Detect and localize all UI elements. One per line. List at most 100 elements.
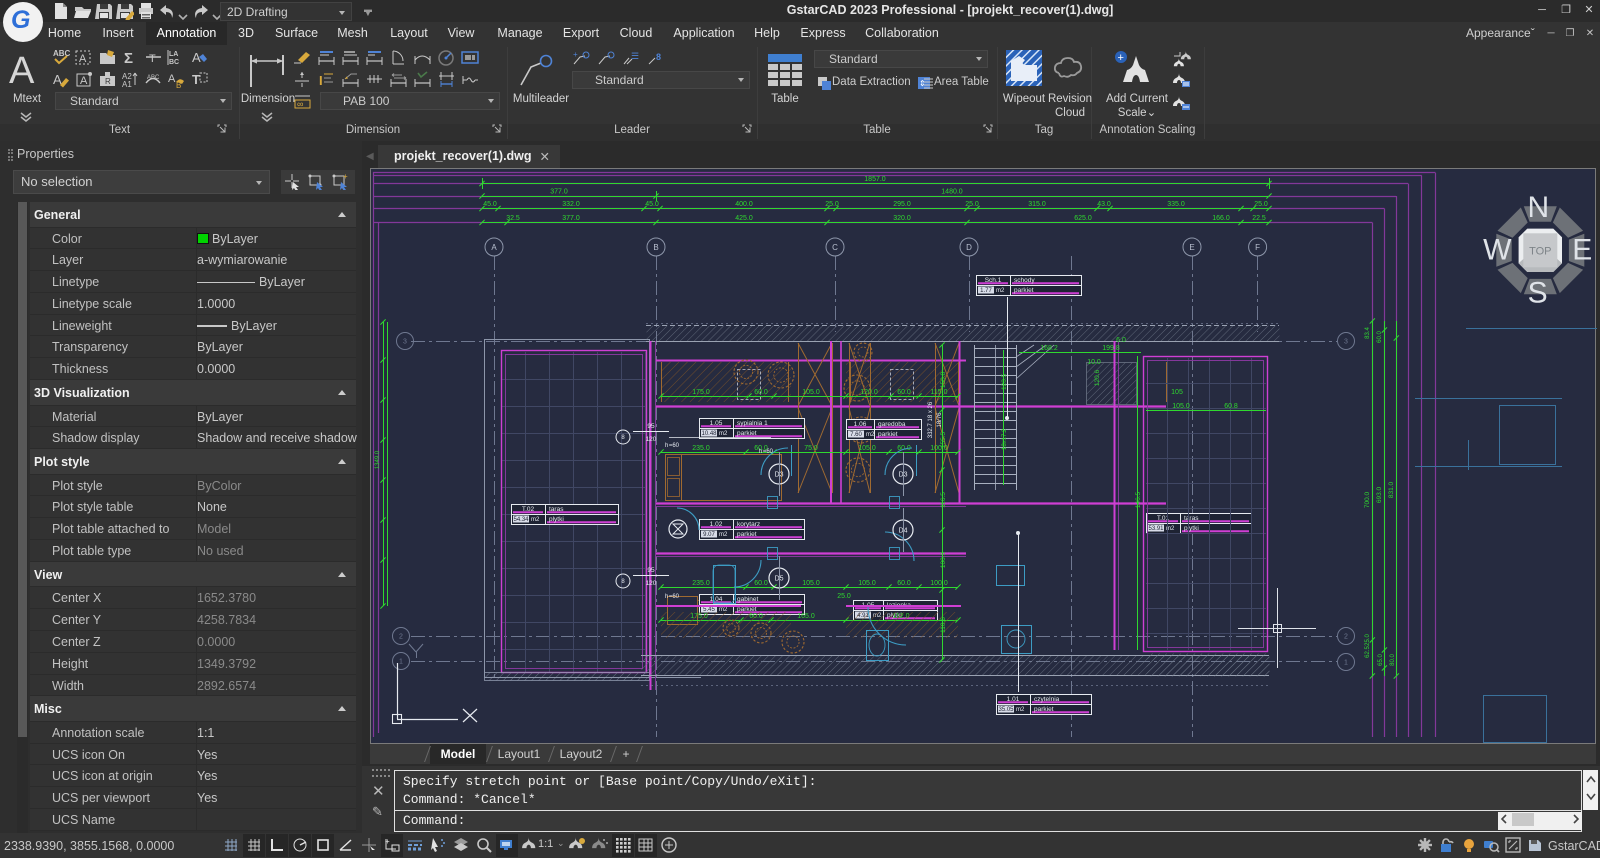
svg-text:1.01: 1.01 — [1007, 696, 1020, 703]
svg-text:335.0: 335.0 — [1167, 201, 1185, 208]
svg-text:60.8: 60.8 — [1224, 403, 1238, 410]
svg-text:115.0: 115.0 — [931, 389, 948, 396]
svg-text:105: 105 — [1171, 389, 1183, 396]
svg-text:parkiet: parkiet — [737, 606, 757, 613]
svg-text:T: T — [192, 72, 200, 87]
svg-text:150.8: 150.8 — [940, 371, 947, 388]
svg-text:25.0: 25.0 — [965, 201, 979, 208]
svg-text:80.0: 80.0 — [1390, 654, 1396, 666]
svg-text:czytelnia: czytelnia — [1034, 696, 1060, 703]
svg-text:R: R — [105, 77, 111, 86]
svg-text:A: A — [168, 73, 176, 85]
svg-text:m2: m2 — [866, 432, 875, 438]
svg-text:3: 3 — [403, 339, 407, 346]
svg-text:E: E — [1189, 243, 1194, 252]
svg-text:Σ: Σ — [124, 50, 133, 67]
svg-text:E: E — [1572, 233, 1592, 266]
svg-text:1.77: 1.77 — [980, 288, 992, 294]
svg-text:8: 8 — [656, 52, 661, 62]
svg-text:45.0: 45.0 — [645, 201, 659, 208]
svg-text:☰: ☰ — [631, 51, 639, 61]
svg-text:m2: m2 — [719, 431, 728, 437]
svg-text:parkiet: parkiet — [1034, 706, 1054, 713]
svg-text:taras: taras — [549, 506, 564, 513]
svg-text:1: 1 — [1344, 660, 1348, 667]
svg-text:1.02: 1.02 — [710, 521, 723, 528]
svg-text:W: W — [1483, 233, 1512, 266]
svg-text:95: 95 — [647, 423, 655, 430]
svg-text:105.0: 105.0 — [858, 580, 876, 587]
svg-text:ABC: ABC — [53, 49, 71, 58]
svg-text:9.07: 9.07 — [703, 532, 715, 538]
svg-text:32.5: 32.5 — [506, 215, 520, 222]
svg-text:B: B — [176, 81, 181, 89]
svg-text:m2: m2 — [1016, 707, 1025, 713]
svg-text:1.06: 1.06 — [854, 421, 867, 428]
svg-text:8: 8 — [621, 579, 625, 585]
svg-text:A: A — [491, 243, 497, 252]
svg-text:1.05: 1.05 — [710, 420, 723, 427]
svg-text:100.0: 100.0 — [930, 580, 948, 587]
svg-text:h =60: h =60 — [665, 443, 680, 449]
svg-text:D: D — [966, 243, 972, 252]
svg-text:320.0: 320.0 — [893, 215, 911, 222]
svg-text:1480.0: 1480.0 — [941, 189, 963, 196]
svg-text:25.0: 25.0 — [1365, 634, 1371, 646]
svg-text:199.8: 199.8 — [1102, 345, 1120, 352]
svg-text:60.0: 60.0 — [897, 580, 911, 587]
svg-text:C: C — [832, 243, 838, 252]
svg-text:377.0: 377.0 — [562, 215, 580, 222]
svg-text:18x17.2: 18x17.2 — [1002, 428, 1008, 450]
svg-text:235.0: 235.0 — [692, 580, 710, 587]
svg-text:2: 2 — [1344, 634, 1348, 641]
svg-text:h =60: h =60 — [759, 449, 774, 455]
svg-text:95: 95 — [647, 567, 655, 574]
svg-text:625.0: 625.0 — [1074, 215, 1092, 222]
svg-text:60.0: 60.0 — [1377, 331, 1383, 343]
svg-text:25.0: 25.0 — [1254, 201, 1268, 208]
svg-text:m2: m2 — [996, 288, 1005, 294]
svg-text:sypialnia 1: sypialnia 1 — [737, 420, 768, 427]
svg-text:2: 2 — [399, 634, 403, 641]
svg-text:35.05: 35.05 — [998, 707, 1014, 713]
svg-text:BC: BC — [169, 59, 179, 66]
svg-text:ABC: ABC — [147, 75, 160, 81]
svg-text:175.0: 175.0 — [692, 389, 710, 396]
svg-text:332.7 18 x 26: 332.7 18 x 26 — [928, 401, 934, 438]
svg-text:120: 120 — [646, 580, 657, 587]
svg-text:105.0: 105.0 — [802, 389, 820, 396]
svg-text:T: T — [149, 53, 156, 65]
svg-text:235.0: 235.0 — [692, 445, 710, 452]
svg-text:155.5: 155.5 — [940, 431, 947, 448]
svg-text:1349.0: 1349.0 — [375, 450, 381, 469]
svg-text:6.0: 6.0 — [1116, 337, 1126, 344]
svg-text:168.2: 168.2 — [1040, 345, 1058, 352]
svg-text:10.0: 10.0 — [1087, 359, 1101, 366]
svg-text:425.0: 425.0 — [735, 215, 753, 222]
svg-text:parkiet: parkiet — [737, 531, 757, 538]
svg-text:parkiet: parkiet — [737, 430, 757, 437]
svg-text:105.0: 105.0 — [802, 580, 820, 587]
svg-text:taras: taras — [1184, 515, 1199, 522]
svg-text:120.6: 120.6 — [1094, 369, 1101, 386]
svg-text:120.5: 120.5 — [1001, 373, 1008, 390]
svg-text:60.0: 60.0 — [897, 389, 911, 396]
svg-text:693.0: 693.0 — [1376, 486, 1383, 503]
svg-text:165.0: 165.0 — [797, 613, 815, 620]
svg-text:53.91: 53.91 — [1148, 526, 1164, 532]
svg-text:700.0: 700.0 — [1364, 491, 1371, 508]
svg-text:1857.0: 1857.0 — [864, 176, 886, 183]
svg-text:T.02: T.02 — [522, 506, 535, 513]
svg-text:korytarz: korytarz — [737, 521, 760, 528]
svg-text:332.0: 332.0 — [562, 201, 580, 208]
svg-text:146.5: 146.5 — [1135, 491, 1142, 508]
svg-text:54.34: 54.34 — [513, 517, 529, 523]
svg-text:I: I — [319, 73, 323, 88]
svg-text:105.0: 105.0 — [1172, 403, 1190, 410]
svg-text:25.0: 25.0 — [837, 593, 851, 600]
svg-text:377.0: 377.0 — [550, 189, 568, 196]
svg-text:h =60: h =60 — [665, 594, 680, 600]
svg-text:75.0: 75.0 — [804, 445, 818, 452]
svg-text:120: 120 — [646, 436, 657, 443]
svg-text:m2: m2 — [719, 532, 728, 538]
